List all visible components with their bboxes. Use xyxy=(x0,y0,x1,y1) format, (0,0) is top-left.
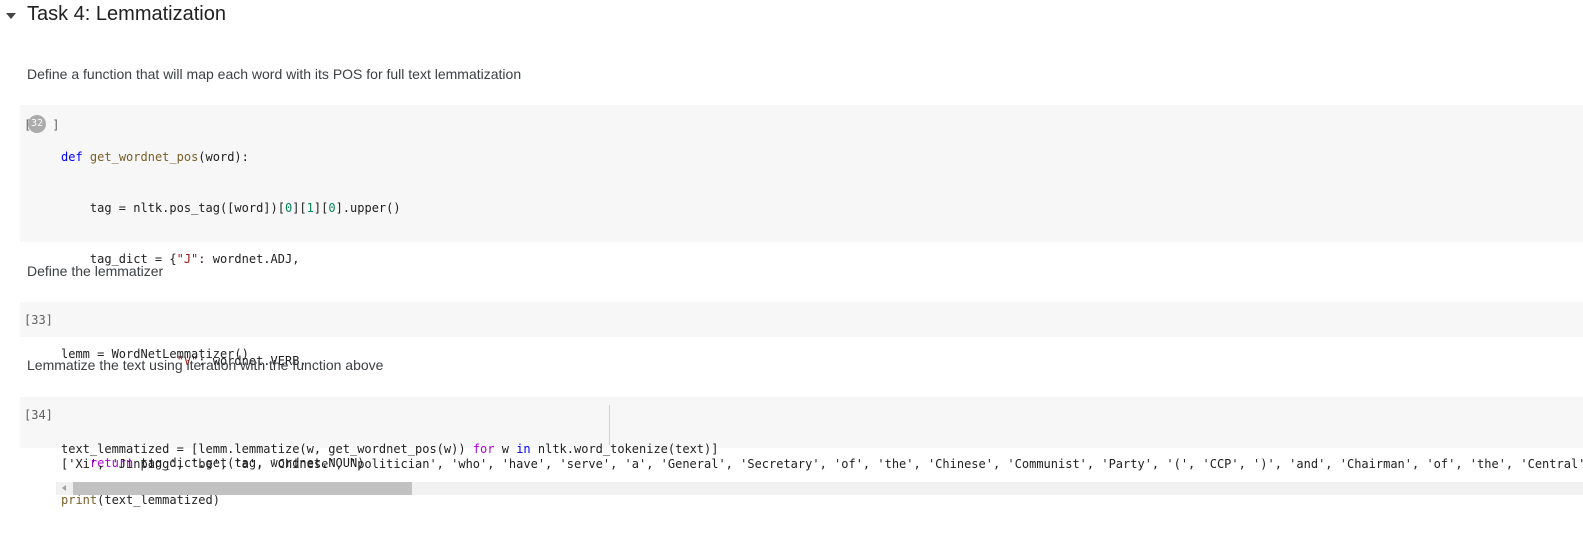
text-cell-pos-description: Define a function that will map each wor… xyxy=(27,66,522,82)
code-line: def get_wordnet_pos(word): xyxy=(61,150,249,164)
execution-count: [34] xyxy=(24,408,53,422)
code-cell-34[interactable]: [34] text_lemmatized = [lemm.lemmatize(w… xyxy=(20,397,1583,507)
code-editor[interactable]: lemm = WordNetLemmatizer() xyxy=(61,312,249,397)
text-cell-iteration: Lemmatize the text using iteration with … xyxy=(27,357,384,373)
run-cell-icon[interactable]: 32 xyxy=(28,115,46,133)
code-line: tag = nltk.pos_tag([word])[0][1][0].uppe… xyxy=(61,201,401,215)
code-line: text_lemmatized = [lemm.lemmatize(w, get… xyxy=(61,442,719,456)
section-title: Task 4: Lemmatization xyxy=(27,3,226,25)
text-cell-lemmatizer: Define the lemmatizer xyxy=(27,263,164,279)
cell-output: ['Xi', 'Jinping', 'be', 'a', 'Chinese', … xyxy=(61,457,1583,471)
collapse-section-icon[interactable] xyxy=(6,13,16,19)
arrow-left-icon[interactable] xyxy=(62,485,66,491)
code-editor[interactable]: text_lemmatized = [lemm.lemmatize(w, get… xyxy=(61,407,718,543)
code-cell-33[interactable]: [33] lemm = WordNetLemmatizer() xyxy=(20,302,1583,361)
code-cell-32[interactable]: [] 32 def get_wordnet_pos(word): tag = n… xyxy=(20,105,1583,470)
scrollbar-thumb[interactable] xyxy=(73,482,412,495)
execution-count: [33] xyxy=(24,313,53,327)
text-cursor xyxy=(609,405,610,445)
